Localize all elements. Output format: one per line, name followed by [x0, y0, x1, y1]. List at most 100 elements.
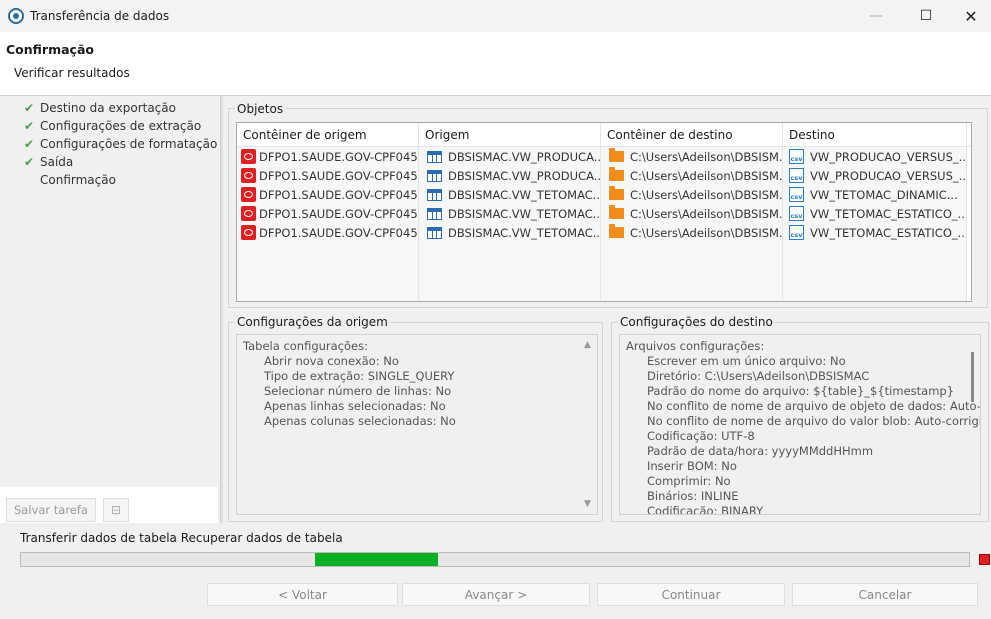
continue-button[interactable]: Continuar	[597, 583, 785, 606]
table-cell: DFPO1.SAUDE.GOV-CPF045...	[237, 185, 419, 204]
column-header[interactable]: Origem	[419, 123, 601, 146]
oracle-db-icon	[241, 225, 256, 240]
config-line: Binários: INLINE	[647, 489, 739, 503]
check-icon: ✔	[23, 119, 35, 133]
table-cell-text: VW_TETOMAC_DINAMIC...	[810, 187, 958, 202]
folder-icon	[609, 167, 624, 181]
scroll-down-icon[interactable]: ▼	[584, 499, 591, 509]
progress-bar	[20, 552, 970, 567]
column-header[interactable]: Contêiner de destino	[601, 123, 783, 146]
wizard-step[interactable]: ✔ Destino da exportação	[22, 99, 217, 117]
dest-config-text[interactable]: Arquivos configurações: Escrever em um ún…	[619, 334, 981, 515]
table-empty-cell	[237, 242, 419, 301]
csv-file-icon: csv	[789, 168, 804, 183]
wizard-step[interactable]: ✔ Saída	[22, 153, 217, 171]
config-line: No conflito de nome de arquivo do valor …	[647, 414, 981, 428]
table-cell: csv VW_TETOMAC_DINAMIC...	[783, 185, 967, 204]
objects-table-header: Contêiner de origem Origem Contêiner de de…	[237, 123, 971, 147]
config-line: Escrever em um único arquivo: No	[647, 354, 846, 368]
source-config-text[interactable]: Tabela configurações: Abrir nova conexão:…	[236, 334, 598, 515]
csv-file-icon: csv	[789, 187, 804, 202]
check-icon: ✔	[23, 137, 35, 151]
oracle-db-icon	[241, 168, 256, 183]
wizard-steps: ✔ Destino da exportação ✔ Configurações de …	[22, 99, 217, 189]
table-cell: DBSISMAC.VW_TETOMAC...	[419, 204, 601, 223]
table-cell: C:\Users\Adeilson\DBSISM...	[601, 204, 783, 223]
wizard-step[interactable]: ✔ Configurações de formatação	[22, 135, 217, 153]
table-view-icon	[427, 188, 442, 201]
config-line: No conflito de nome de arquivo de objeto…	[647, 399, 981, 413]
config-line: Tabela configurações:	[243, 339, 368, 353]
wizard-step-label: Destino da exportação	[40, 101, 176, 115]
save-task-button[interactable]: Salvar tarefa	[6, 498, 96, 522]
table-cell: csv VW_PRODUCAO_VERSUS_...	[783, 147, 967, 166]
table-cell: C:\Users\Adeilson\DBSISM...	[601, 166, 783, 185]
table-cell: csv VW_PRODUCAO_VERSUS_...	[783, 166, 967, 185]
table-row[interactable]: DFPO1.SAUDE.GOV-CPF045... DBSISMAC.VW_PRO…	[237, 166, 971, 185]
oracle-db-icon	[241, 187, 256, 202]
table-view-icon	[427, 169, 442, 182]
wizard-step-label: Configurações de formatação	[40, 137, 218, 151]
cancel-button[interactable]: Cancelar	[792, 583, 978, 606]
table-row[interactable]: DFPO1.SAUDE.GOV-CPF045... DBSISMAC.VW_TET…	[237, 204, 971, 223]
back-button[interactable]: < Voltar	[207, 583, 398, 606]
table-cell: DFPO1.SAUDE.GOV-CPF045...	[237, 204, 419, 223]
dest-config-scrollbar[interactable]	[971, 352, 974, 402]
config-line: Selecionar número de linhas: No	[264, 384, 452, 398]
csv-file-icon: csv	[789, 149, 804, 164]
column-header[interactable]: Contêiner de origem	[237, 123, 419, 146]
minimize-button[interactable]: —	[853, 0, 899, 32]
save-task-icon-button[interactable]: ⊟	[103, 498, 129, 522]
table-cell-text: DFPO1.SAUDE.GOV-CPF045...	[259, 168, 419, 183]
column-header[interactable]: Destino	[783, 123, 967, 146]
table-cell-text: C:\Users\Adeilson\DBSISM...	[630, 168, 783, 183]
wizard-step[interactable]: Confirmação	[22, 171, 217, 189]
page-title: Confirmação	[6, 42, 94, 57]
table-cell-text: VW_PRODUCAO_VERSUS_...	[810, 168, 967, 183]
table-cell: C:\Users\Adeilson\DBSISM...	[601, 223, 783, 242]
table-view-icon	[427, 207, 442, 220]
config-line: Padrão do nome do arquivo: ${table}_${ti…	[647, 384, 955, 398]
table-empty-cell	[783, 242, 967, 301]
config-line: Tipo de extração: SINGLE_QUERY	[264, 369, 455, 383]
config-line: Comprimir: No	[647, 474, 731, 488]
folder-icon	[609, 148, 624, 162]
close-button[interactable]: ✕	[948, 0, 991, 32]
wizard-step-label: Confirmação	[40, 173, 116, 187]
objects-group-label: Objetos	[235, 102, 286, 116]
table-cell-text: VW_TETOMAC_ESTATICO_...	[810, 206, 967, 221]
config-line: Apenas linhas selecionadas: No	[264, 399, 446, 413]
table-cell-text: VW_TETOMAC_ESTATICO_...	[810, 225, 967, 240]
table-cell-text: DFPO1.SAUDE.GOV-CPF045...	[259, 187, 419, 202]
progress-indicator	[314, 553, 439, 566]
objects-table-body: DFPO1.SAUDE.GOV-CPF045... DBSISMAC.VW_PRO…	[237, 147, 971, 301]
csv-file-icon: csv	[789, 206, 804, 221]
table-cell: DFPO1.SAUDE.GOV-CPF045...	[237, 147, 419, 166]
table-cell-text: C:\Users\Adeilson\DBSISM...	[630, 149, 783, 164]
table-view-icon	[427, 150, 442, 163]
maximize-button[interactable]: ☐	[903, 0, 949, 32]
table-cell: C:\Users\Adeilson\DBSISM...	[601, 147, 783, 166]
table-cell-text: DFPO1.SAUDE.GOV-CPF045...	[259, 149, 419, 164]
page-subtitle: Verificar resultados	[14, 66, 130, 80]
folder-icon	[609, 186, 624, 200]
progress-label: Transferir dados de tabela Recuperar dad…	[20, 531, 343, 545]
table-row[interactable]: DFPO1.SAUDE.GOV-CPF045... DBSISMAC.VW_TET…	[237, 185, 971, 204]
scroll-up-icon[interactable]: ▲	[584, 340, 591, 350]
check-icon: ✔	[23, 101, 35, 115]
folder-icon	[609, 205, 624, 219]
stop-icon[interactable]	[979, 554, 990, 565]
table-cell: DBSISMAC.VW_TETOMAC...	[419, 185, 601, 204]
table-cell-text: DBSISMAC.VW_TETOMAC...	[448, 206, 601, 221]
table-cell-text: DBSISMAC.VW_PRODUCA...	[448, 149, 601, 164]
table-row[interactable]: DFPO1.SAUDE.GOV-CPF045... DBSISMAC.VW_PRO…	[237, 147, 971, 166]
check-icon: ✔	[23, 155, 35, 169]
source-config-label: Configurações da origem	[235, 315, 390, 329]
wizard-step[interactable]: ✔ Configurações de extração	[22, 117, 217, 135]
table-row[interactable]: DFPO1.SAUDE.GOV-CPF045... DBSISMAC.VW_TET…	[237, 223, 971, 242]
next-button[interactable]: Avançar >	[402, 583, 590, 606]
table-cell: DBSISMAC.VW_PRODUCA...	[419, 166, 601, 185]
table-cell-text: C:\Users\Adeilson\DBSISM...	[630, 225, 783, 240]
progress-area: Transferir dados de tabela Recuperar dad…	[0, 523, 991, 619]
config-line: Codificação: UTF-8	[647, 429, 755, 443]
